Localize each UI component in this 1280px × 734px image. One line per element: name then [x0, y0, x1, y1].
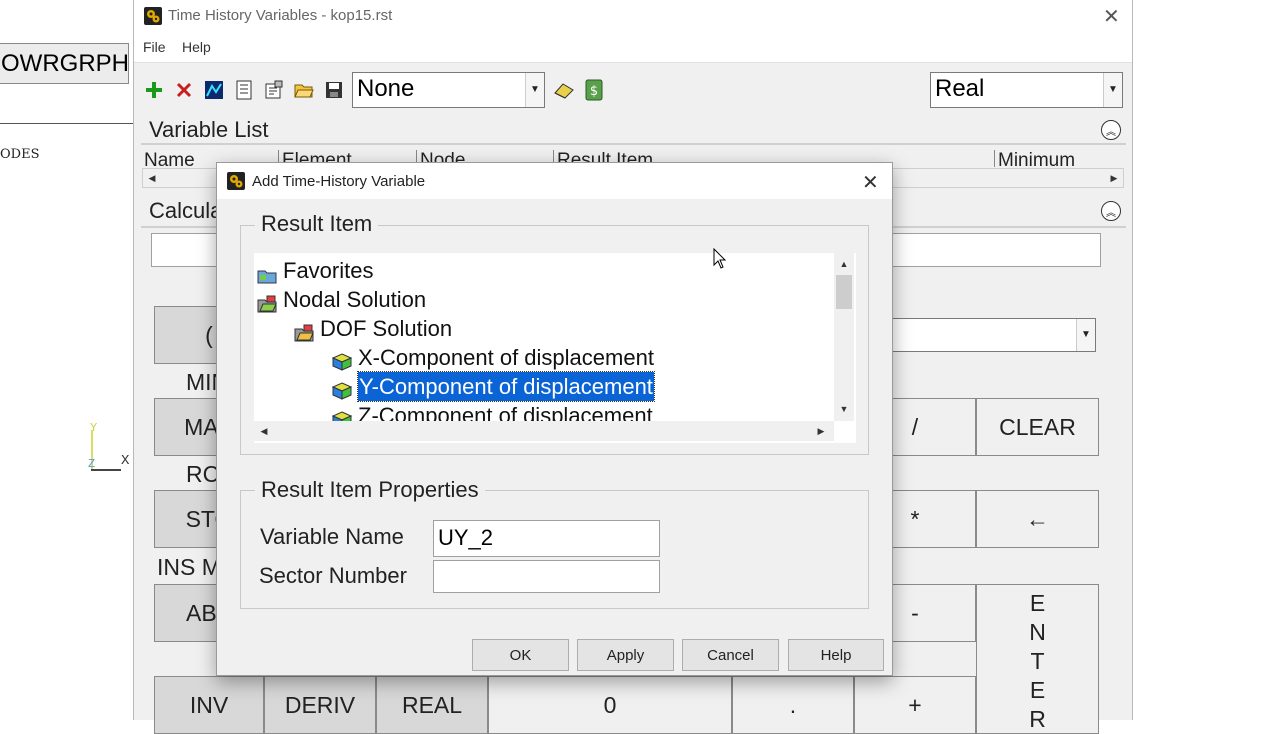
scroll-left-icon[interactable]: ◀ — [254, 421, 274, 441]
eraser-icon[interactable] — [552, 78, 576, 102]
folder-icon — [257, 262, 277, 283]
deriv-button[interactable]: DERIV — [264, 676, 376, 734]
delete-icon[interactable] — [172, 78, 196, 102]
column-header-minimum[interactable]: Minimum — [998, 150, 1075, 167]
scroll-up-icon[interactable]: ▲ — [834, 254, 854, 274]
properties-icon[interactable] — [262, 78, 286, 102]
tree-item-dof-solution[interactable]: DOF Solution — [294, 314, 452, 343]
plus-button[interactable]: + — [854, 676, 976, 734]
ok-button[interactable]: OK — [472, 639, 569, 671]
help-button[interactable]: Help — [788, 639, 884, 671]
collapse-icon[interactable]: ︽ — [1101, 120, 1121, 140]
tree-item-nodal-solution[interactable]: Nodal Solution — [257, 285, 426, 314]
tree-item-label: Y-Component of displacement — [357, 371, 655, 402]
tree-vertical-scrollbar[interactable]: ▲ ▼ — [834, 253, 854, 421]
divider — [141, 143, 1126, 145]
dot-button[interactable]: . — [732, 676, 854, 734]
result-item-group-label: Result Item — [255, 211, 379, 237]
backspace-icon: ← — [1026, 505, 1049, 532]
enter-button[interactable]: ENTER — [976, 584, 1099, 734]
variable-name-input[interactable]: UY_2 — [433, 520, 660, 557]
column-header-name[interactable]: Name — [144, 150, 195, 167]
sector-number-input[interactable] — [433, 560, 660, 593]
scroll-down-icon[interactable]: ▼ — [834, 399, 854, 419]
tree-item-label: Favorites — [283, 258, 374, 283]
list-icon[interactable] — [232, 78, 256, 102]
axis-x-label: X — [121, 453, 130, 469]
cube-icon — [331, 349, 353, 371]
nodes-label: ODES — [0, 147, 40, 162]
enter-label: ENTER — [1029, 590, 1046, 732]
svg-text:$: $ — [590, 84, 598, 99]
folder-open-icon — [257, 291, 277, 312]
zero-button[interactable]: 0 — [488, 676, 732, 734]
dialog-titlebar: Add Time-History Variable ✕ — [217, 163, 892, 199]
sector-number-label: Sector Number — [259, 563, 407, 588]
calculator-variable-combo[interactable]: ▼ — [874, 318, 1096, 352]
window-title: Time History Variables - kop15.rst — [168, 7, 393, 24]
tree-item-favorites[interactable]: Favorites — [257, 256, 373, 285]
column-divider — [994, 150, 995, 167]
axis-y-label: Y — [90, 421, 98, 435]
scroll-right-icon[interactable]: ▶ — [811, 421, 831, 441]
tree-item-y-component[interactable]: Y-Component of displacement — [331, 371, 655, 402]
add-time-history-dialog: Add Time-History Variable ✕ Result Item … — [216, 162, 893, 676]
menu-file[interactable]: File — [143, 39, 166, 55]
calculator-icon[interactable]: $ — [582, 78, 606, 102]
clear-button[interactable]: CLEAR — [976, 398, 1099, 456]
chevron-down-icon: ▼ — [1103, 73, 1122, 107]
app-icon — [144, 7, 162, 25]
cancel-button[interactable]: Cancel — [682, 639, 779, 671]
scroll-left-icon[interactable]: ◀ — [143, 169, 161, 187]
app-icon — [227, 172, 245, 190]
chevron-down-icon: ▼ — [1076, 319, 1095, 351]
properties-group-label: Result Item Properties — [255, 477, 485, 503]
scrollbar-thumb[interactable] — [836, 275, 852, 309]
value-type-combo[interactable]: Real ▼ — [930, 72, 1123, 108]
axis-x-line — [91, 469, 121, 471]
variable-list-title: Variable List — [149, 117, 269, 142]
divider — [0, 123, 134, 124]
cube-icon — [331, 378, 353, 400]
backspace-button[interactable]: ← — [976, 490, 1099, 548]
tree-item-label: X-Component of displacement — [358, 345, 654, 370]
scroll-right-icon[interactable]: ▶ — [1105, 169, 1123, 187]
mouse-cursor-icon — [713, 247, 727, 275]
result-filter-value: None — [357, 75, 415, 102]
result-filter-combo[interactable]: None ▼ — [352, 72, 545, 108]
collapse-icon[interactable]: ︽ — [1101, 201, 1121, 221]
close-icon[interactable]: ✕ — [862, 170, 879, 195]
apply-button[interactable]: Apply — [577, 639, 674, 671]
result-item-tree[interactable]: Favorites Nodal Solution DOF Solution X-… — [254, 253, 856, 443]
powrgrph-button[interactable]: OWRGRPH — [0, 43, 129, 84]
menu-bar: File Help — [134, 33, 1132, 63]
value-type-value: Real — [935, 75, 985, 102]
open-icon[interactable] — [292, 78, 316, 102]
real-button[interactable]: REAL — [376, 676, 488, 734]
folder-open-icon — [294, 320, 314, 341]
graph-icon[interactable] — [202, 78, 226, 102]
window-titlebar: Time History Variables - kop15.rst ✕ — [134, 0, 1132, 33]
save-icon[interactable] — [322, 78, 346, 102]
tree-item-label: DOF Solution — [320, 316, 453, 341]
chevron-down-icon: ▼ — [525, 73, 544, 107]
menu-help[interactable]: Help — [182, 39, 211, 55]
inv-button[interactable]: INV — [154, 676, 264, 734]
variable-name-label: Variable Name — [260, 524, 404, 549]
tree-item-label: Nodal Solution — [283, 287, 427, 312]
axis-z-label: Z — [88, 457, 96, 471]
add-icon[interactable] — [142, 78, 166, 102]
tree-horizontal-scrollbar[interactable]: ◀ ▶ — [254, 421, 834, 441]
tree-item-x-component[interactable]: X-Component of displacement — [331, 343, 654, 372]
dialog-title: Add Time-History Variable — [252, 173, 426, 190]
close-icon[interactable]: ✕ — [1103, 4, 1120, 29]
